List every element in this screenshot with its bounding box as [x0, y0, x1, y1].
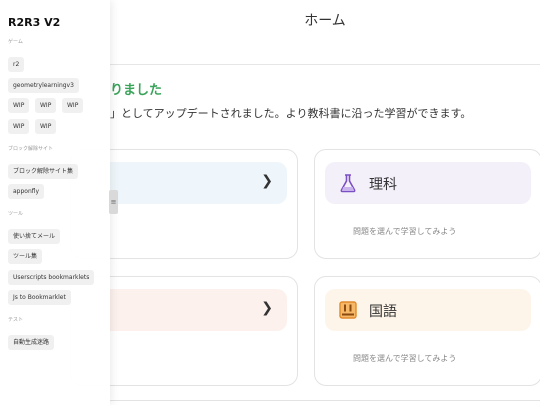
subject-card-science[interactable]: 理科 問題を選んで学習してみよう [314, 149, 540, 259]
subject-card-japanese-header[interactable]: 国語 [325, 289, 531, 331]
page-title: ホーム [304, 13, 346, 29]
sidebar-section-tools: ツール [8, 211, 24, 217]
sidebar-section-games: ゲーム [8, 39, 23, 45]
sidebar-item-wip[interactable]: WIP [62, 98, 84, 113]
bottom-card-edge [110, 400, 540, 405]
subject-card-3-header[interactable]: ❯ [81, 289, 287, 331]
sidebar-title: R2R3 V2 [8, 16, 61, 29]
sidebar-item-unblock-sites[interactable]: ブロック解除サイト集 [8, 164, 79, 179]
sidebar-item-apponfly[interactable]: apponfly [8, 184, 45, 199]
subject-card-japanese-subtitle: 問題を選んで学習してみよう [353, 354, 457, 363]
subject-card-japanese[interactable]: 国語 問題を選んで学習してみよう [314, 276, 540, 386]
flask-icon [337, 172, 359, 194]
sidebar-item-disposable-mail[interactable]: 使い捨てメール [8, 229, 61, 244]
update-banner-text: 」としてアップデートされました。より教科書に沿った学習ができます。 [110, 107, 472, 120]
header-divider [110, 64, 540, 65]
sidebar-item-r2[interactable]: r2 [8, 57, 25, 72]
sidebar-item-geometrylearningv3[interactable]: geometrylearningv3 [8, 78, 79, 93]
sidebar-item-wip[interactable]: WIP [35, 98, 57, 113]
chevron-right-icon[interactable]: ❯ [261, 173, 273, 189]
sidebar-item-js-to-bookmarklet[interactable]: Js to Bookmarklet [8, 290, 71, 305]
sidebar-item-wip[interactable]: WIP [8, 98, 30, 113]
sidebar-section-unblock: ブロック解除サイト [8, 146, 54, 152]
subject-card-science-header[interactable]: 理科 [325, 162, 531, 204]
subject-card-japanese-title: 国語 [369, 304, 397, 320]
sidebar-panel: R2R3 V2 ゲーム r2 geometrylearningv3 WIP WI… [0, 0, 110, 405]
sidebar-section-test: テスト [8, 317, 24, 323]
chevron-right-icon[interactable]: ❯ [261, 300, 273, 316]
sidebar-item-wip[interactable]: WIP [35, 119, 57, 134]
book-icon [337, 299, 359, 321]
sidebar-item-tools[interactable]: ツール集 [8, 249, 43, 264]
sidebar-resize-handle[interactable]: ≡ [109, 190, 118, 214]
update-banner-title: りました [110, 83, 163, 98]
subject-card-science-subtitle: 問題を選んで学習してみよう [353, 227, 457, 236]
sidebar-item-userscripts-bookmarklets[interactable]: Userscripts bookmarklets [8, 270, 95, 285]
sidebar-item-auto-maze[interactable]: 自動生成迷路 [8, 335, 55, 350]
sidebar-item-wip[interactable]: WIP [8, 119, 30, 134]
subject-card-science-title: 理科 [369, 177, 397, 193]
